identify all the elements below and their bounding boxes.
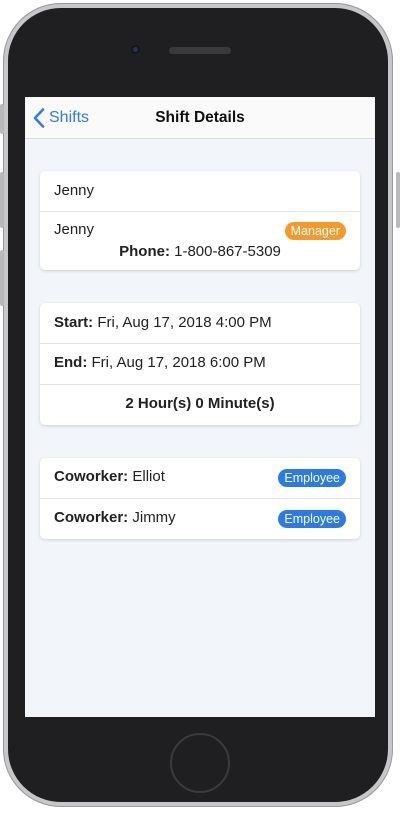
start-value: Fri, Aug 17, 2018 4:00 PM xyxy=(97,314,272,331)
coworker-name: Jimmy xyxy=(132,509,176,526)
start-row: Start: Fri, Aug 17, 2018 4:00 PM xyxy=(40,303,360,343)
coworker-row: Coworker: Elliot Employee xyxy=(40,458,360,498)
phone-label: Phone: xyxy=(119,243,170,260)
manager-role-badge: Manager xyxy=(284,222,346,240)
manager-name-row: Jenny xyxy=(40,171,360,211)
coworker-name: Elliot xyxy=(132,468,165,485)
manager-title-name: Jenny xyxy=(54,182,95,199)
end-label: End: xyxy=(54,354,88,371)
manager-contact-row: Jenny Manager Phone: 1-800-867-5309 xyxy=(40,211,360,270)
app-screen: Shifts Shift Details Jenny Jenny Manager… xyxy=(25,97,375,717)
volume-up-button xyxy=(0,172,4,228)
end-row: End: Fri, Aug 17, 2018 6:00 PM xyxy=(40,343,360,384)
manager-phone: Phone: 1-800-867-5309 xyxy=(40,243,360,260)
shift-time-card: Start: Fri, Aug 17, 2018 4:00 PM End: Fr… xyxy=(40,303,360,425)
manager-card: Jenny Jenny Manager Phone: 1-800-867-530… xyxy=(40,171,360,270)
coworker-role-badge: Employee xyxy=(278,510,346,528)
duration-row: 2 Hour(s) 0 Minute(s) xyxy=(40,384,360,425)
coworker-role-badge: Employee xyxy=(278,469,346,487)
end-value: Fri, Aug 17, 2018 6:00 PM xyxy=(91,354,266,371)
navigation-bar: Shifts Shift Details xyxy=(25,97,375,139)
coworker-row: Coworker: Jimmy Employee xyxy=(40,498,360,539)
duration-text: 2 Hour(s) 0 Minute(s) xyxy=(125,395,275,412)
volume-down-button xyxy=(0,250,4,306)
front-camera xyxy=(131,45,140,54)
page-title: Shift Details xyxy=(155,109,245,126)
phone-number: 1-800-867-5309 xyxy=(174,243,281,260)
home-button[interactable] xyxy=(170,733,230,793)
mute-switch xyxy=(0,104,4,134)
coworker-label: Coworker: xyxy=(54,509,129,526)
start-label: Start: xyxy=(54,314,94,331)
coworkers-card: Coworker: Elliot Employee Coworker: Jimm… xyxy=(40,458,360,539)
power-button xyxy=(396,172,400,228)
manager-name: Jenny xyxy=(54,221,95,238)
coworker-label: Coworker: xyxy=(54,468,129,485)
earpiece-speaker xyxy=(169,47,231,54)
